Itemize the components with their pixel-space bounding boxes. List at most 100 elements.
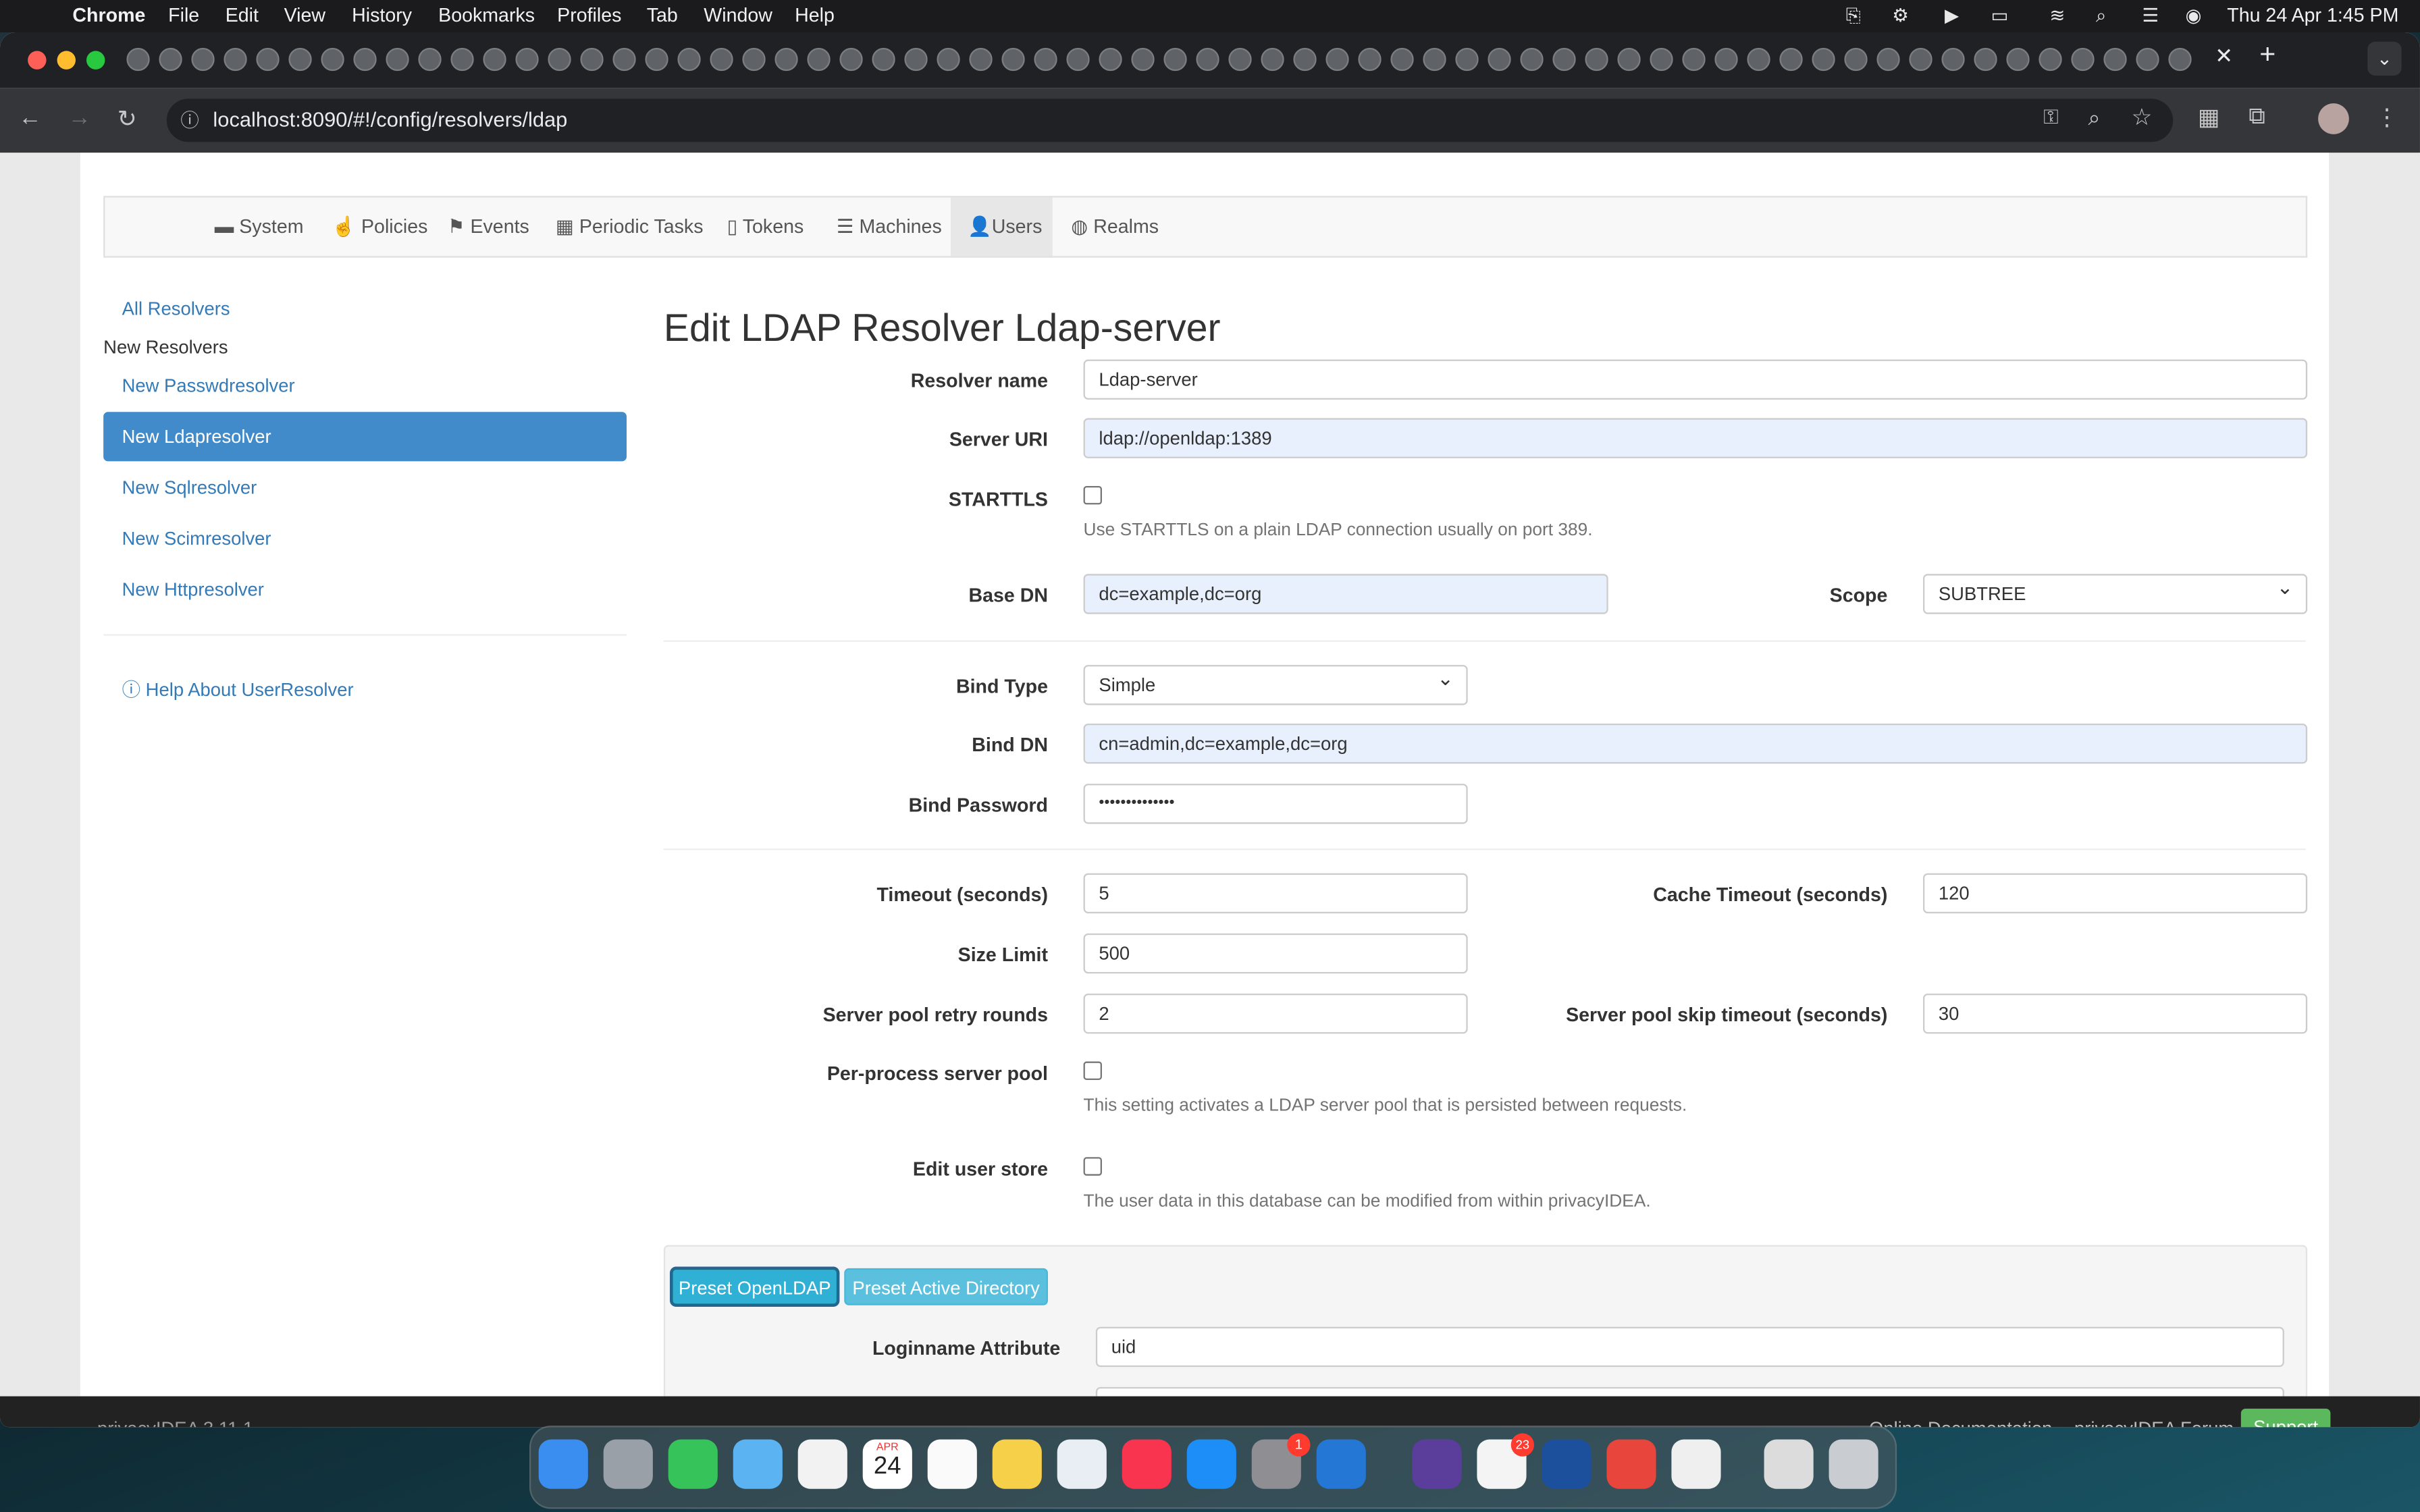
nav-system[interactable]: ▬ System: [215, 198, 304, 256]
password-key-icon[interactable]: ⚿: [2043, 105, 2059, 130]
reload-icon[interactable]: ↻: [117, 105, 137, 133]
sidebar-all-resolvers[interactable]: All Resolvers: [122, 298, 230, 319]
footer-docs-link[interactable]: Online Documentation: [1869, 1418, 2052, 1428]
menu-edit[interactable]: Edit: [226, 5, 259, 26]
obsidian-icon[interactable]: [1412, 1439, 1462, 1489]
menu-history[interactable]: History: [352, 5, 412, 26]
edit-user-store-checkbox[interactable]: [1083, 1157, 1102, 1176]
chrome-icon[interactable]: [1606, 1439, 1656, 1489]
package-app-icon[interactable]: [1671, 1439, 1721, 1489]
pinned-tab-favicon[interactable]: [126, 47, 150, 72]
pinned-tab-favicon[interactable]: [1779, 47, 1803, 72]
freeform-icon[interactable]: [1057, 1439, 1107, 1489]
preset-openldap-button[interactable]: Preset OpenLDAP: [671, 1268, 839, 1305]
pinned-tab-favicon[interactable]: [1714, 47, 1738, 72]
pinned-tab-favicon[interactable]: [1747, 47, 1770, 72]
status-tool-icon[interactable]: ⚙: [1892, 5, 1909, 26]
bind-type-select[interactable]: Simple: [1083, 660, 1468, 705]
pinned-tab-favicon[interactable]: [839, 47, 863, 72]
menu-file[interactable]: File: [168, 5, 199, 26]
battery-icon[interactable]: ▭: [1991, 5, 2009, 26]
pinned-tab-favicon[interactable]: [1163, 47, 1187, 72]
pinned-tab-favicon[interactable]: [1650, 47, 1673, 72]
nav-users[interactable]: 👤Users: [950, 197, 1053, 256]
pinned-tab-favicon[interactable]: [1131, 47, 1155, 72]
sidebar-item-scimresolver[interactable]: New Scimresolver: [122, 528, 271, 549]
pinned-tab-favicon[interactable]: [872, 47, 895, 72]
bookmark-star-icon[interactable]: ☆: [2132, 103, 2153, 131]
pinned-tab-favicon[interactable]: [1196, 47, 1219, 72]
pinned-tab-favicon[interactable]: [1390, 47, 1414, 72]
pinned-tab-favicon[interactable]: [2071, 47, 2095, 72]
photos-icon[interactable]: [797, 1439, 847, 1489]
pinned-tab-favicon[interactable]: [1228, 47, 1252, 72]
pinned-tab-favicon[interactable]: [1293, 47, 1317, 72]
siri-icon[interactable]: ◉: [2186, 5, 2202, 26]
zoom-icon[interactable]: ⌕: [2088, 105, 2101, 131]
reminders-icon[interactable]: [927, 1439, 977, 1489]
server-uri-input[interactable]: ldap://openldap:1389: [1083, 418, 2308, 458]
new-tab-icon[interactable]: +: [2259, 38, 2276, 71]
pinned-tab-favicon[interactable]: [159, 47, 182, 72]
pinned-tab-favicon[interactable]: [1876, 47, 1900, 72]
word-icon[interactable]: [1542, 1439, 1592, 1489]
pinned-tab-favicon[interactable]: [288, 47, 312, 72]
pinned-tab-favicon[interactable]: [937, 47, 960, 72]
pinned-tab-favicon[interactable]: [2168, 47, 2192, 72]
nav-realms[interactable]: ◍ Realms: [1071, 198, 1159, 256]
nav-tokens[interactable]: ▯ Tokens: [727, 198, 804, 256]
loginname-attribute-input[interactable]: uid: [1095, 1326, 2284, 1368]
pinned-tab-favicon[interactable]: [1682, 47, 1706, 72]
pinned-tab-favicon[interactable]: [1909, 47, 1932, 72]
pinned-tab-favicon[interactable]: [1066, 47, 1090, 72]
pinned-tab-favicon[interactable]: [418, 47, 442, 72]
starttls-checkbox[interactable]: [1083, 485, 1102, 505]
maps-icon[interactable]: [733, 1439, 783, 1489]
support-button[interactable]: Support: [2240, 1408, 2331, 1428]
pinned-tab-favicon[interactable]: [1974, 47, 1997, 72]
launchpad-icon[interactable]: [603, 1439, 653, 1489]
next-attribute-input[interactable]: [1095, 1386, 2284, 1397]
size-limit-input[interactable]: 500: [1083, 933, 1468, 974]
qr-code-icon[interactable]: ▦: [2198, 103, 2219, 131]
pinned-tab-favicon[interactable]: [386, 47, 409, 72]
play-icon[interactable]: ▶: [1945, 5, 1959, 26]
pinned-tab-favicon[interactable]: [1941, 47, 1965, 72]
paperclip-icon[interactable]: ⎘: [1846, 5, 1861, 28]
control-center-icon[interactable]: ☰: [2142, 5, 2159, 26]
pinned-tab-favicon[interactable]: [1423, 47, 1446, 72]
menu-profiles[interactable]: Profiles: [557, 5, 621, 26]
pinned-tab-favicon[interactable]: [1617, 47, 1641, 72]
pinned-tab-favicon[interactable]: [1001, 47, 1025, 72]
pinned-tab-favicon[interactable]: [223, 47, 247, 72]
pinned-tab-favicon[interactable]: [1520, 47, 1544, 72]
pinned-tab-favicon[interactable]: [1585, 47, 1608, 72]
pinned-tab-favicon[interactable]: [904, 47, 928, 72]
nav-policies[interactable]: ☝ Policies: [332, 198, 427, 256]
site-info-icon[interactable]: ⓘ: [180, 107, 199, 133]
zoom-window-button[interactable]: [86, 51, 105, 70]
pinned-tab-favicon[interactable]: [1325, 47, 1349, 72]
chrome-menu-icon[interactable]: ⋮: [2375, 103, 2398, 131]
close-tab-icon[interactable]: ✕: [2210, 43, 2238, 74]
pinned-tab-favicon[interactable]: [483, 47, 506, 72]
pinned-tab-favicon[interactable]: [969, 47, 993, 72]
scope-select[interactable]: SUBTREE: [1922, 569, 2308, 614]
menu-help[interactable]: Help: [795, 5, 835, 26]
resolver-name-input[interactable]: Ldap-server: [1083, 359, 2308, 400]
pinned-tab-favicon[interactable]: [2103, 47, 2127, 72]
document-stack-icon[interactable]: [1764, 1439, 1814, 1489]
trash-icon[interactable]: [1829, 1439, 1878, 1489]
pinned-tab-favicon[interactable]: [321, 47, 344, 72]
nav-events[interactable]: ⚑ Events: [448, 198, 529, 256]
menubar-clock[interactable]: Thu 24 Apr 1:45 PM: [2227, 5, 2398, 26]
pool-skip-input[interactable]: 30: [1922, 993, 2308, 1034]
app-store-icon[interactable]: [1186, 1439, 1236, 1489]
omnibox[interactable]: ⓘ localhost:8090/#!/config/resolvers/lda…: [166, 99, 2174, 142]
pinned-tab-favicon[interactable]: [548, 47, 571, 72]
menu-window[interactable]: Window: [704, 5, 772, 26]
spotlight-search-icon[interactable]: ⌕: [2096, 5, 2106, 28]
sidebar-item-ldapresolver[interactable]: New Ldapresolver: [103, 412, 627, 462]
pinned-tab-favicon[interactable]: [774, 47, 798, 72]
forward-icon[interactable]: →: [68, 105, 91, 131]
